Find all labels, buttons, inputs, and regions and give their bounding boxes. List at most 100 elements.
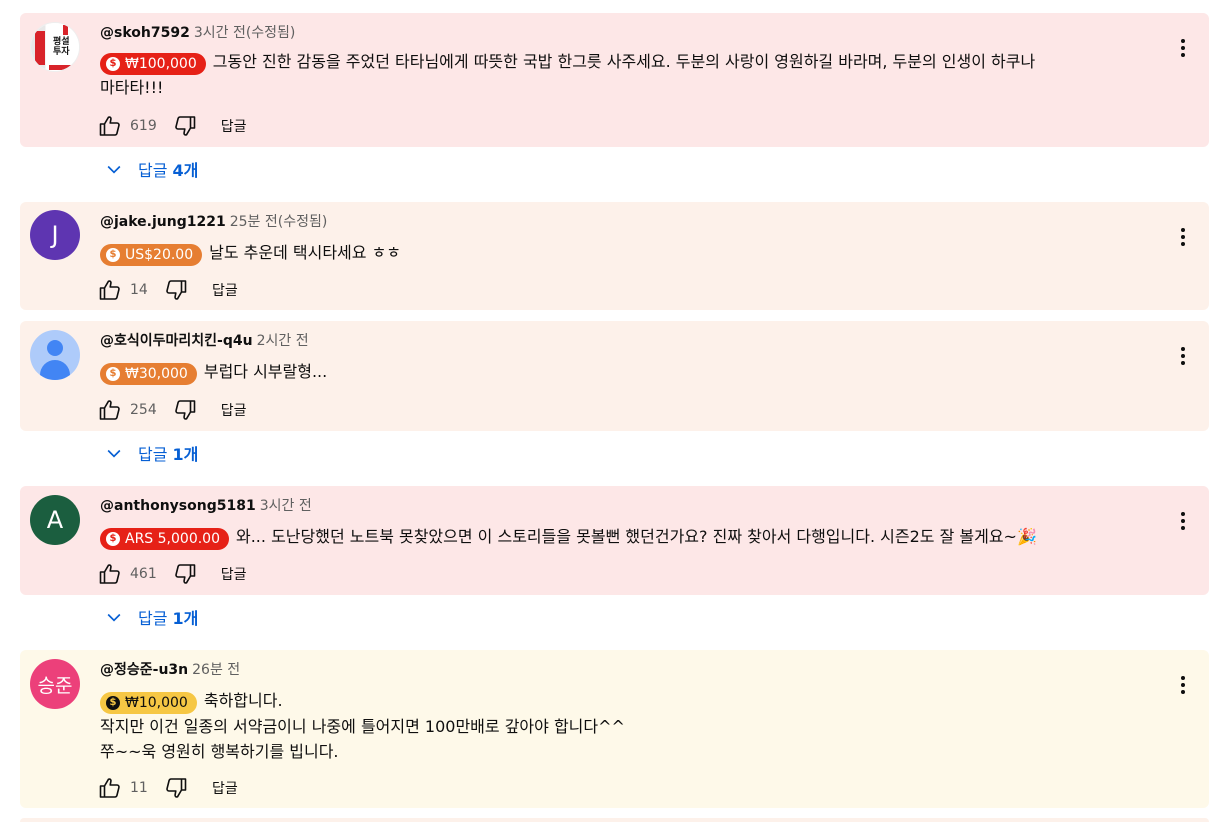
- comment-header: @jake.jung1221 25분 전(수정됨): [100, 211, 327, 231]
- comment-author[interactable]: @skoh7592: [100, 25, 190, 41]
- avatar-initial: 승준: [37, 674, 73, 697]
- thumbs-down-icon: [166, 280, 187, 300]
- reply-button[interactable]: 답글: [221, 400, 247, 420]
- comment-body: $ ₩30,000 부럽다 시부랄형...: [100, 359, 1159, 385]
- comment-text: 마타타!!!: [100, 78, 164, 97]
- comment-time[interactable]: 25분 전(수정됨): [230, 214, 328, 230]
- replies-label: 답글: [138, 445, 168, 464]
- comment-text: 그동안 진한 감동을 주었던 타타님에게 따뜻한 국밥 한그릇 사주세요. 두분…: [212, 52, 1036, 71]
- comment-author[interactable]: @jake.jung1221: [100, 214, 226, 230]
- super-thanks-icon: $: [106, 367, 120, 381]
- super-thanks-amount: ARS 5,000.00: [125, 531, 220, 547]
- avatar-initial: A: [46, 506, 64, 534]
- super-thanks-icon: $: [106, 532, 120, 546]
- like-button[interactable]: [98, 278, 122, 302]
- comment-body: $ ARS 5,000.00 와... 도난당했던 노트북 못찾았으면 이 스토리들…: [100, 524, 1169, 550]
- comment-header: @정승준-u3n 26분 전: [100, 659, 240, 679]
- comment-time[interactable]: 3시간 전: [260, 498, 312, 514]
- replies-label: 답글: [138, 609, 168, 628]
- comment-text: 작지만 이건 일종의 서약금이니 나중에 틀어지면 100만배로 갚아야 합니다…: [100, 717, 625, 736]
- more-vert-icon: [1181, 228, 1185, 246]
- super-thanks-amount: ₩10,000: [125, 695, 188, 711]
- super-thanks-icon: $: [106, 248, 120, 262]
- comment-time[interactable]: 26분 전: [192, 662, 240, 678]
- replies-count: 1개: [172, 609, 199, 628]
- like-count: 14: [130, 282, 148, 298]
- comment-time[interactable]: 2시간 전: [257, 333, 309, 349]
- super-thanks-badge: $ ₩10,000: [100, 692, 197, 714]
- dislike-button[interactable]: [173, 398, 197, 422]
- chevron-down-icon: [104, 443, 124, 463]
- comment-actions: 254 답글: [98, 398, 247, 422]
- avatar[interactable]: J: [30, 210, 80, 260]
- avatar[interactable]: 평설 투자: [30, 22, 80, 72]
- super-thanks-icon: $: [106, 57, 120, 71]
- more-options-button[interactable]: [1171, 36, 1195, 60]
- comment-actions: 11 답글: [98, 776, 238, 800]
- avatar-text: 평설 투자: [53, 37, 70, 57]
- replies-count: 1개: [172, 445, 199, 464]
- comment-card: A @anthonysong5181 3시간 전 $ ARS 5,000.00 와..…: [20, 486, 1209, 595]
- view-replies-button[interactable]: 답글 4개: [104, 157, 198, 181]
- super-thanks-badge: $ ₩100,000: [100, 53, 206, 75]
- more-options-button[interactable]: [1171, 225, 1195, 249]
- comment-card: 평설 투자 @skoh7592 3시간 전(수정됨) $ ₩100,000 그동안 진…: [20, 13, 1209, 147]
- avatar[interactable]: [30, 330, 80, 380]
- dislike-button[interactable]: [164, 776, 188, 800]
- thumbs-up-icon: [99, 778, 120, 798]
- thumbs-down-icon: [174, 116, 196, 136]
- reply-button[interactable]: 답글: [212, 778, 238, 798]
- comment-author[interactable]: @호식이두마리치킨-q4u: [100, 333, 253, 349]
- like-button[interactable]: [98, 562, 122, 586]
- reply-button[interactable]: 답글: [221, 116, 247, 136]
- more-options-button[interactable]: [1171, 344, 1195, 368]
- super-thanks-badge: $ ARS 5,000.00: [100, 528, 229, 550]
- chevron-down-icon: [104, 159, 124, 179]
- avatar-initial: J: [51, 221, 59, 249]
- comment-card: @호식이두마리치킨-q4u 2시간 전 $ ₩30,000 부럽다 시부랄형... 2…: [20, 321, 1209, 431]
- like-button[interactable]: [98, 776, 122, 800]
- comment-text: 부럽다 시부랄형...: [203, 362, 328, 381]
- thumbs-down-icon: [166, 778, 187, 798]
- comment-actions: 619 답글: [98, 114, 247, 138]
- comment-author[interactable]: @정승준-u3n: [100, 662, 188, 678]
- comment-text: 날도 추운데 택시타세요 ㅎㅎ: [209, 243, 402, 262]
- super-thanks-amount: ₩30,000: [125, 366, 188, 382]
- like-button[interactable]: [98, 114, 122, 138]
- comment-header: @호식이두마리치킨-q4u 2시간 전: [100, 330, 309, 350]
- dislike-button[interactable]: [173, 562, 197, 586]
- dislike-button[interactable]: [173, 114, 197, 138]
- reply-button[interactable]: 답글: [212, 280, 238, 300]
- thumbs-up-icon: [99, 280, 120, 300]
- view-replies-button[interactable]: 답글 1개: [104, 605, 198, 629]
- more-vert-icon: [1181, 39, 1185, 57]
- comment-body: $ ₩10,000 축하합니다. 작지만 이건 일종의 서약금이니 나중에 틀어지면…: [100, 688, 1159, 764]
- avatar[interactable]: A: [30, 495, 80, 545]
- comment-actions: 461 답글: [98, 562, 247, 586]
- dislike-button[interactable]: [164, 278, 188, 302]
- more-vert-icon: [1181, 347, 1185, 365]
- view-replies-button[interactable]: 답글 1개: [104, 441, 198, 465]
- replies-count: 4개: [172, 161, 199, 180]
- super-thanks-badge: $ US$20.00: [100, 244, 203, 266]
- super-thanks-badge: $ ₩30,000: [100, 363, 197, 385]
- like-count: 11: [130, 780, 148, 796]
- like-count: 619: [130, 118, 157, 134]
- more-options-button[interactable]: [1171, 673, 1195, 697]
- like-button[interactable]: [98, 398, 122, 422]
- reply-button[interactable]: 답글: [221, 564, 247, 584]
- chevron-down-icon: [104, 607, 124, 627]
- like-count: 461: [130, 566, 157, 582]
- comment-text: 와... 도난당했던 노트북 못찾았으면 이 스토리들을 못볼뻔 했던건가요? …: [236, 527, 1037, 546]
- comment-actions: 14 답글: [98, 278, 238, 302]
- more-options-button[interactable]: [1171, 509, 1195, 533]
- super-thanks-amount: ₩100,000: [125, 56, 197, 72]
- comment-card: J @jake.jung1221 25분 전(수정됨) $ US$20.00 날도 추…: [20, 202, 1209, 310]
- comment-author[interactable]: @anthonysong5181: [100, 498, 256, 514]
- comment-header: @anthonysong5181 3시간 전: [100, 495, 312, 515]
- comment-time[interactable]: 3시간 전(수정됨): [194, 25, 296, 41]
- thumbs-down-icon: [174, 564, 196, 584]
- default-avatar-icon: [47, 340, 63, 356]
- avatar[interactable]: 승준: [30, 659, 80, 709]
- thumbs-up-icon: [99, 564, 120, 584]
